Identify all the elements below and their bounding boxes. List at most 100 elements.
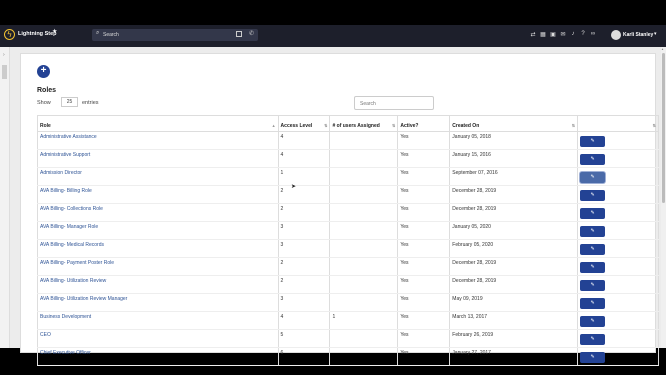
table-row: AVA Billing- Manager Role 3 Yes January 05,… <box>37 221 659 240</box>
edit-role-button[interactable]: ✎ <box>580 298 606 309</box>
user-name[interactable]: Karli Stanley <box>623 32 653 38</box>
sidebar-toggle[interactable] <box>2 65 7 79</box>
role-cell[interactable]: AVA Billing- Collections Role <box>37 203 279 222</box>
role-cell[interactable]: CEO <box>37 329 279 348</box>
role-cell[interactable]: AVA Billing- Billing Role <box>37 185 279 204</box>
table-row: Administrative Support 4 Yes January 15, 20… <box>37 149 659 168</box>
active-cell: Yes <box>397 185 451 204</box>
edit-role-button[interactable]: ✎ <box>580 244 606 255</box>
created-on-cell: March 13, 2017 <box>449 311 579 330</box>
edit-role-button[interactable]: ✎ <box>580 136 606 147</box>
table-row: Administrative Assistance 4 Yes January 05,… <box>37 131 659 150</box>
actions-cell: ✎ <box>577 185 659 204</box>
role-cell[interactable]: AVA Billing- Utilization Review Manager <box>37 293 279 312</box>
role-cell[interactable]: AVA Billing- Manager Role <box>37 221 279 240</box>
role-cell[interactable]: AVA Billing- Utilization Review <box>37 275 279 294</box>
phone-icon[interactable]: ✆ <box>249 30 254 37</box>
role-cell[interactable]: AVA Billing- Medical Records <box>37 239 279 258</box>
star-icon[interactable]: ★ <box>52 28 57 35</box>
active-cell: Yes <box>397 203 451 222</box>
toolbar-icons: ⇄ ▦ ▣ ✉ ♪ ? ∞ <box>530 31 596 38</box>
access-level-cell: 4 <box>277 311 331 330</box>
lightning-logo-icon[interactable]: ϟ <box>4 29 15 40</box>
edit-role-button[interactable]: ✎ <box>580 154 606 165</box>
table-row: CEO 5 Yes February 26, 2019 ✎ <box>37 329 659 348</box>
roles-table: Role ▲ Access Level ⇅ # of users Assigned ⇅… <box>37 115 659 366</box>
roles-card: + Roles Show 25 entries Search Role ▲ Acc… <box>20 53 659 366</box>
edit-role-button[interactable]: ✎ <box>580 334 606 345</box>
chevron-right-icon[interactable]: › <box>3 52 5 58</box>
role-cell[interactable]: Business Development <box>37 311 279 330</box>
active-cell: Yes <box>397 329 451 348</box>
bell-icon[interactable]: ♪ <box>570 31 576 38</box>
calendar-icon[interactable] <box>236 31 242 37</box>
created-on-cell: January 27, 2017 <box>449 347 579 366</box>
top-navbar: ϟ Lightning Step ★ ⌕ Search ✆ ⇄ ▦ ▣ ✉ ♪ … <box>0 25 666 47</box>
table-search-input[interactable]: Search <box>354 96 434 110</box>
role-cell[interactable]: AVA Billing- Payment Poster Role <box>37 257 279 276</box>
access-level-cell: 4 <box>277 149 331 168</box>
global-search-input[interactable]: ⌕ Search ✆ <box>92 29 258 41</box>
pencil-icon: ✎ <box>590 192 595 198</box>
role-cell[interactable]: Administrative Support <box>37 149 279 168</box>
actions-cell: ✎ <box>577 329 659 348</box>
pencil-icon: ✎ <box>590 318 595 324</box>
role-cell[interactable]: Administrative Assistance <box>37 131 279 150</box>
pencil-icon: ✎ <box>590 174 595 180</box>
users-assigned-cell: 1 <box>329 311 399 330</box>
edit-role-button[interactable]: ✎ <box>580 262 606 273</box>
table-row: Chief Executive Officer 6 Yes January 27, 2… <box>37 347 659 366</box>
show-label: Show <box>37 100 51 106</box>
actions-cell: ✎ <box>577 311 659 330</box>
edit-role-button[interactable]: ✎ <box>580 190 606 201</box>
edit-role-button[interactable]: ✎ <box>580 316 606 327</box>
header-active[interactable]: Active? <box>397 115 451 132</box>
header-created-on[interactable]: Created On ⇅ <box>449 115 579 132</box>
page-scrollbar[interactable]: ▲ <box>661 47 666 348</box>
access-level-cell: 1 <box>277 167 331 186</box>
access-level-cell: 6 <box>277 347 331 366</box>
active-cell: Yes <box>397 167 451 186</box>
active-cell: Yes <box>397 239 451 258</box>
active-cell: Yes <box>397 347 451 366</box>
chat-icon[interactable]: ⇄ <box>530 31 536 38</box>
grid-icon[interactable]: ▣ <box>550 31 556 38</box>
header-access-level[interactable]: Access Level ⇅ <box>277 115 331 132</box>
actions-cell: ✎ <box>577 293 659 312</box>
active-cell: Yes <box>397 257 451 276</box>
edit-role-button[interactable]: ✎ <box>580 208 606 219</box>
pencil-icon: ✎ <box>590 264 595 270</box>
avatar[interactable] <box>611 30 621 40</box>
add-role-button[interactable]: + <box>37 65 50 78</box>
access-level-cell: 3 <box>277 293 331 312</box>
calendar-alt-icon[interactable]: ▦ <box>540 31 546 38</box>
help-icon[interactable]: ? <box>580 31 586 38</box>
chevron-down-icon[interactable]: ▾ <box>654 31 657 37</box>
scrollbar-thumb[interactable] <box>662 53 665 203</box>
mouse-cursor-icon: ➤ <box>291 184 297 190</box>
users-assigned-cell <box>329 185 399 204</box>
users-assigned-cell <box>329 149 399 168</box>
active-cell: Yes <box>397 221 451 240</box>
active-cell: Yes <box>397 149 451 168</box>
created-on-cell: December 28, 2019 <box>449 275 579 294</box>
scroll-up-icon[interactable]: ▲ <box>661 47 664 51</box>
edit-role-button[interactable]: ✎ <box>580 226 606 237</box>
users-assigned-cell <box>329 203 399 222</box>
entries-label: entries <box>82 100 99 106</box>
role-cell[interactable]: Admission Director <box>37 167 279 186</box>
created-on-cell: September 07, 2016 <box>449 167 579 186</box>
access-level-cell: 2 <box>277 275 331 294</box>
role-cell[interactable]: Chief Executive Officer <box>37 347 279 366</box>
edit-role-button[interactable]: ✎ <box>580 352 606 363</box>
access-level-cell: 2 <box>277 203 331 222</box>
header-role[interactable]: Role ▲ <box>37 115 279 132</box>
access-level-cell: 2 <box>277 257 331 276</box>
header-users-assigned[interactable]: # of users Assigned ⇅ <box>329 115 399 132</box>
message-icon[interactable]: ✉ <box>560 31 566 38</box>
created-on-cell: May 09, 2019 <box>449 293 579 312</box>
edit-role-button[interactable]: ✎ <box>580 172 606 183</box>
edit-role-button[interactable]: ✎ <box>580 280 606 291</box>
entries-select[interactable]: 25 <box>61 97 78 107</box>
link-icon[interactable]: ∞ <box>590 31 596 38</box>
